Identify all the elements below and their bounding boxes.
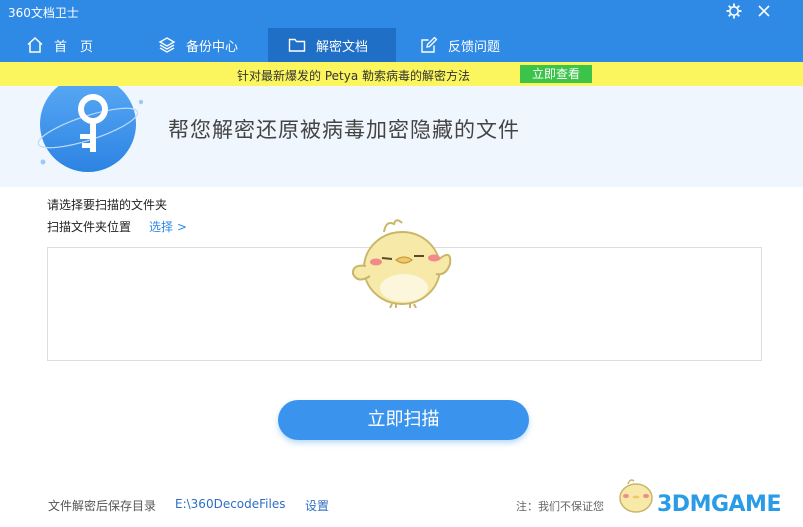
close-icon[interactable] [752, 0, 776, 22]
save-dir-path-link[interactable]: E:\360DecodeFiles [175, 497, 285, 511]
edit-icon [421, 36, 438, 53]
tab-home-label: 首 页 [54, 39, 94, 55]
tab-feedback[interactable]: 反馈问题 [420, 28, 530, 62]
hero-title: 帮您解密还原被病毒加密隐藏的文件 [168, 118, 520, 142]
main-tabs: 首 页 备份中心 解密文档 反馈问题 [0, 28, 803, 62]
save-dir-label: 文件解密后保存目录 [48, 499, 157, 513]
layers-icon [158, 37, 176, 53]
disclaimer-note: 注：我们不保证您 [516, 500, 604, 513]
view-now-button[interactable]: 立即查看 [520, 65, 592, 83]
app-title: 360文档卫士 [8, 6, 79, 20]
notice-banner: 针对最新爆发的 Petya 勒索病毒的解密方法 立即查看 [0, 62, 803, 86]
watermark: 3DMGAME [657, 492, 781, 517]
tab-backup-center[interactable]: 备份中心 [158, 28, 268, 62]
folder-icon [288, 38, 306, 52]
settings-gear-icon[interactable] [722, 0, 746, 22]
tab-backup-center-label: 备份中心 [186, 39, 239, 55]
save-dir-settings-link[interactable]: 设置 [305, 497, 329, 514]
key-icon [37, 86, 144, 172]
hero-section: 帮您解密还原被病毒加密隐藏的文件 [0, 86, 803, 187]
tab-decrypt-documents-label: 解密文档 [316, 39, 369, 55]
tab-home[interactable]: 首 页 [26, 28, 126, 62]
banner-text: 针对最新爆发的 Petya 勒索病毒的解密方法 [237, 69, 470, 83]
scan-location-label: 扫描文件夹位置 [47, 220, 132, 234]
scan-instruction: 请选择要扫描的文件夹 [47, 198, 168, 212]
home-icon [27, 36, 43, 53]
title-bar: 360文档卫士 首 页 备份中心 解密文档 反馈问题 [0, 0, 803, 62]
select-folder-link[interactable]: 选择 > [149, 218, 187, 235]
mascot-chick-icon [351, 219, 452, 308]
tab-feedback-label: 反馈问题 [448, 39, 501, 55]
tab-decrypt-documents[interactable]: 解密文档 [268, 28, 396, 62]
scan-now-button[interactable]: 立即扫描 [278, 400, 529, 440]
watermark-chick-icon [619, 479, 653, 513]
